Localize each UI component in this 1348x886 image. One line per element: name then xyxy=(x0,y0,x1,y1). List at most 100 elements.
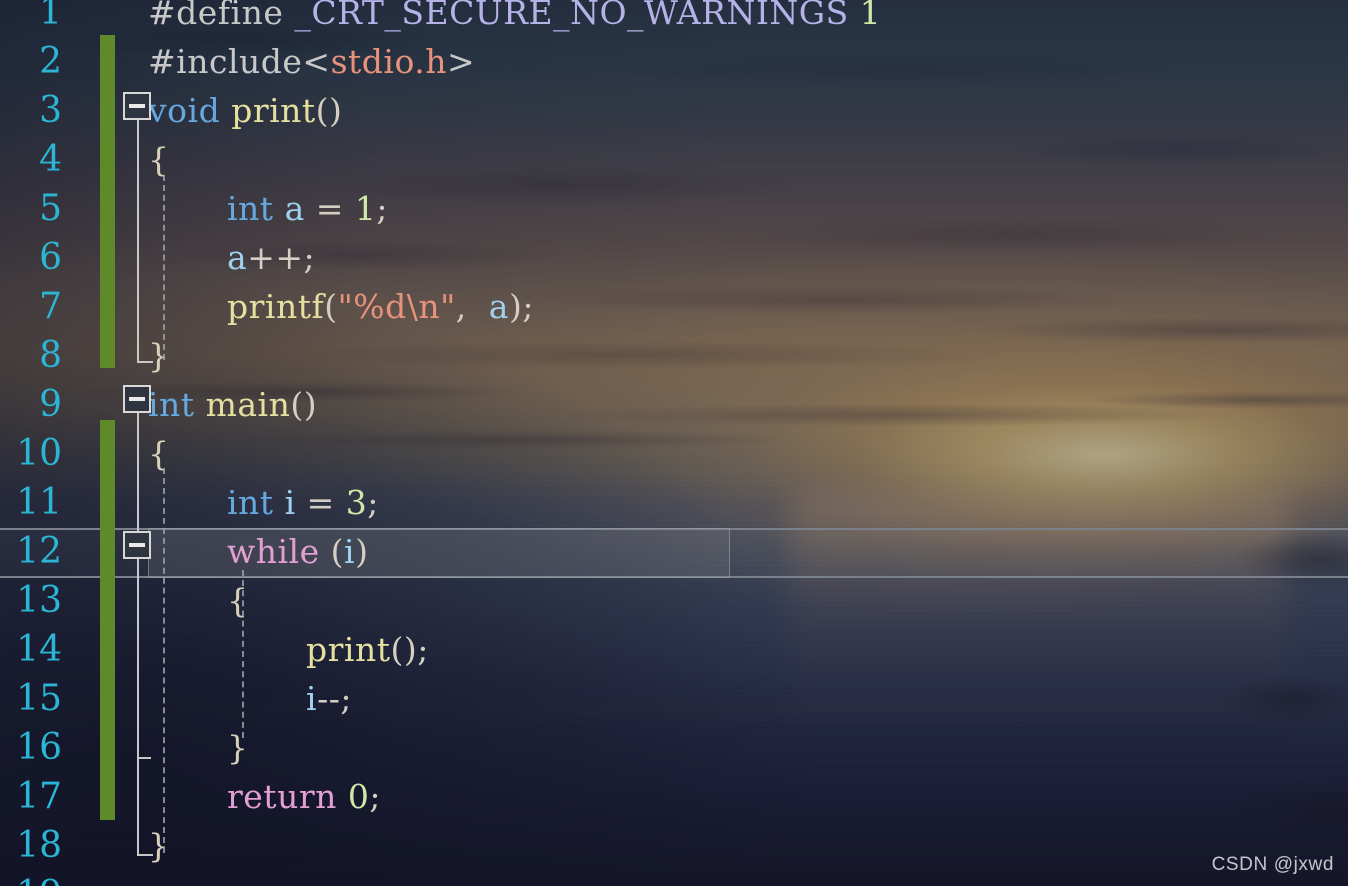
line-number: 2 xyxy=(39,41,62,82)
code-line[interactable]: 2 #include<stdio.h> xyxy=(0,37,1348,86)
code-line[interactable]: 17 return 0; xyxy=(0,772,1348,821)
code-token-pre: #define xyxy=(148,0,284,32)
code-line[interactable]: 14 print(); xyxy=(0,625,1348,674)
code-line[interactable]: 1 #define _CRT_SECURE_NO_WARNINGS 1 xyxy=(0,0,1348,37)
code-token-header: stdio.h xyxy=(330,42,447,81)
code-line-text: int a = 1; xyxy=(227,184,388,233)
code-token-ctrl: while xyxy=(227,532,320,571)
change-bar-unsaved xyxy=(100,35,115,368)
code-line-text: { xyxy=(148,135,170,184)
code-line[interactable]: 5 int a = 1; xyxy=(0,184,1348,233)
code-line[interactable]: 4{ xyxy=(0,135,1348,184)
line-number: 3 xyxy=(39,90,62,131)
code-token-punct: ) xyxy=(355,532,369,571)
code-line[interactable]: 12 while (i) xyxy=(0,527,1348,576)
code-line-text: a++; xyxy=(227,233,315,282)
code-token-kw: void xyxy=(148,91,221,130)
code-token-pre: #include xyxy=(148,42,303,81)
code-editor-screen: 1 #define _CRT_SECURE_NO_WARNINGS 1 2 #incl… xyxy=(0,0,1348,886)
indent-guide-level1 xyxy=(163,175,165,360)
line-number: 9 xyxy=(39,384,62,425)
code-token-var: i xyxy=(344,532,356,571)
line-number: 17 xyxy=(16,776,62,817)
code-line[interactable]: 18} xyxy=(0,821,1348,870)
line-number: 8 xyxy=(39,335,62,376)
indent-guide-level1 xyxy=(163,468,165,853)
code-token-var: i xyxy=(306,679,318,718)
code-line[interactable]: 11 int i = 3; xyxy=(0,478,1348,527)
code-token-macro: _CRT_SECURE_NO_WARNINGS xyxy=(294,0,849,32)
line-number: 18 xyxy=(16,825,62,866)
editor-code-area[interactable]: 1 #define _CRT_SECURE_NO_WARNINGS 1 2 #incl… xyxy=(0,0,1348,886)
code-token-punct: () xyxy=(290,385,318,424)
fold-toggle-line-12[interactable] xyxy=(123,531,151,559)
code-token-fn: print xyxy=(306,630,391,669)
code-token-num: 3 xyxy=(345,483,368,522)
scope-guide-main xyxy=(137,412,139,856)
code-token-punct xyxy=(195,385,206,424)
code-line-text: int main() xyxy=(148,380,317,429)
scope-guide-while-foot xyxy=(137,757,151,759)
code-token-punct: , xyxy=(455,287,489,326)
code-token-num: 1 xyxy=(354,189,377,228)
code-line[interactable]: 9 int main() xyxy=(0,380,1348,429)
line-number: 11 xyxy=(16,482,62,523)
code-token-pre: > xyxy=(446,42,476,81)
code-token-pre: < xyxy=(302,42,331,81)
code-line[interactable]: 15 i--; xyxy=(0,674,1348,723)
code-token-punct: ( xyxy=(324,287,338,326)
code-token-brace: { xyxy=(148,434,170,473)
code-token-var: a xyxy=(284,189,305,228)
code-token-punct: --; xyxy=(317,679,352,718)
code-line-text: } xyxy=(148,331,170,380)
code-line[interactable]: 8} xyxy=(0,331,1348,380)
code-line[interactable]: 19 xyxy=(0,870,1348,886)
code-line-text: while (i) xyxy=(227,527,368,576)
code-token-num: 0 xyxy=(347,777,370,816)
code-line[interactable]: 10 { xyxy=(0,429,1348,478)
code-token-punct xyxy=(849,0,860,32)
code-line-text: void print() xyxy=(148,86,342,135)
code-token-punct: ); xyxy=(508,287,534,326)
code-line-text: printf("%d\n", a); xyxy=(227,282,534,331)
code-token-punct xyxy=(274,483,285,522)
line-number: 5 xyxy=(39,188,62,229)
code-token-var: a xyxy=(488,287,509,326)
line-number: 13 xyxy=(16,580,62,621)
code-token-kw: int xyxy=(227,189,274,228)
code-token-punct: ; xyxy=(376,189,389,228)
line-number: 14 xyxy=(16,629,62,670)
code-line-text: #include<stdio.h> xyxy=(148,37,475,86)
fold-toggle-line-3[interactable] xyxy=(123,92,151,120)
code-line[interactable]: 6 a++; xyxy=(0,233,1348,282)
code-token-var: i xyxy=(284,483,296,522)
code-line[interactable]: 7 printf("%d\n", a); xyxy=(0,282,1348,331)
code-line[interactable]: 16} xyxy=(0,723,1348,772)
code-token-brace: { xyxy=(148,140,170,179)
code-token-punct: = xyxy=(304,189,355,228)
code-token-header: "%d\n" xyxy=(337,287,456,326)
code-token-punct xyxy=(220,91,231,130)
code-line-text: i--; xyxy=(306,674,352,723)
change-bar-unsaved xyxy=(100,420,115,820)
code-token-fn: main xyxy=(205,385,291,424)
scope-guide-print xyxy=(137,118,139,363)
line-number: 19 xyxy=(0,870,62,886)
code-line[interactable]: 13 { xyxy=(0,576,1348,625)
code-token-brace: } xyxy=(227,728,249,767)
code-line-text: } xyxy=(148,821,170,870)
code-token-punct: () xyxy=(315,91,343,130)
code-line-text: return 0; xyxy=(227,772,381,821)
code-token-punct: = xyxy=(295,483,346,522)
code-token-punct: ; xyxy=(369,777,381,816)
code-line[interactable]: 3 void print() xyxy=(0,86,1348,135)
line-number: 1 xyxy=(39,0,62,33)
code-token-punct xyxy=(283,0,294,32)
code-token-punct xyxy=(274,189,285,228)
line-number: 6 xyxy=(39,237,62,278)
code-token-fn: print xyxy=(231,91,316,130)
scope-guide-main-foot xyxy=(137,854,153,856)
fold-toggle-line-9[interactable] xyxy=(123,385,151,413)
line-number: 16 xyxy=(16,727,62,768)
code-token-fn: printf xyxy=(227,287,325,326)
